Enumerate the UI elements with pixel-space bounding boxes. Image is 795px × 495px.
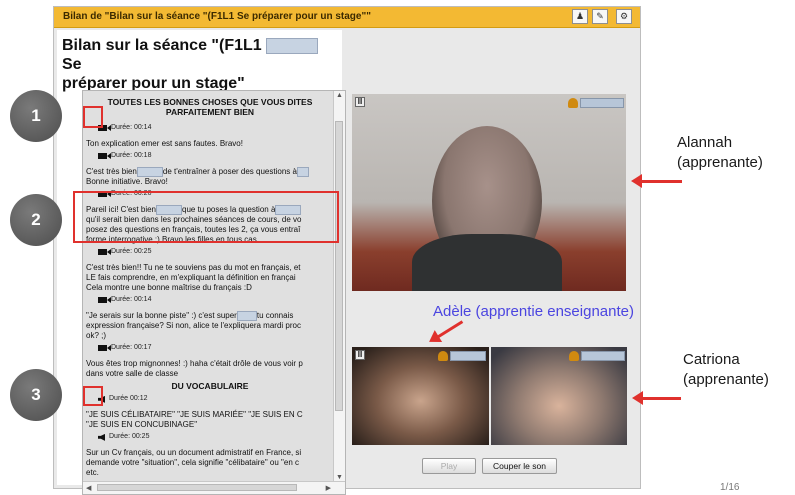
pause-icon[interactable]: II	[355, 350, 365, 360]
scroll-left-icon[interactable]: ◀	[86, 484, 91, 492]
panel-title-line1-end: Se	[62, 56, 82, 73]
audio-clip-icon[interactable]	[98, 433, 105, 441]
label-catriona: Catriona (apprenante)	[683, 351, 769, 388]
redacted-name	[236, 311, 257, 322]
video-clip-icon[interactable]	[98, 297, 111, 304]
pause-icon[interactable]: II	[355, 97, 365, 107]
section-heading: DU VOCABULAIRE	[171, 381, 249, 392]
comment-text: Vous êtes trop mignonnes! :) haha c'étai…	[86, 359, 303, 379]
person-icon	[568, 98, 578, 108]
horizontal-scrollbar[interactable]: ◀ ▶	[83, 481, 345, 494]
participant-name-box	[450, 351, 486, 361]
gear-icon[interactable]: ⚙	[616, 9, 632, 24]
clip-duration: Durée: 00:25	[86, 247, 334, 257]
clip-duration: Durée: 00:18	[86, 151, 334, 161]
comment-text: "JE SUIS CÉLIBATAIRE" "JE SUIS MARIÉE" "…	[86, 410, 303, 430]
feedback-list: TOUTES LES BONNES CHOSES QUE VOUS DITES …	[86, 97, 334, 478]
comment-text: C'est très bien!! Tu ne te souviens pas …	[86, 263, 301, 293]
highlight-box-video-clip	[83, 106, 103, 128]
main-video-feed: II	[352, 94, 626, 291]
clip-duration: Durée: 00:17	[86, 343, 334, 353]
comment-text: "Je serais sur la bonne piste" :) c'est …	[86, 311, 301, 341]
redacted-name	[296, 167, 309, 177]
window-title: Bilan de "Bilan sur la séance "(F1L1 Se …	[63, 11, 371, 22]
duration-text: Durée: 00:25	[111, 248, 152, 256]
feedback-panel: Bilan sur la séance "(F1L1 Se préparer p…	[57, 30, 346, 495]
section-heading: TOUTES LES BONNES CHOSES QUE VOUS DITES …	[107, 97, 313, 117]
annotation-badge-1: 1	[10, 90, 62, 142]
learner-video-feed	[491, 347, 627, 445]
comment-text: Sur un Cv français, ou un document admis…	[86, 448, 302, 478]
redacted-name	[266, 37, 319, 54]
user-icon[interactable]: ♟	[572, 9, 588, 24]
scroll-right-icon[interactable]: ▶	[326, 484, 331, 492]
clip-duration: Durée: 00:25	[86, 432, 334, 442]
app-window: Bilan de "Bilan sur la séance "(F1L1 Se …	[53, 6, 641, 495]
person-icon	[569, 351, 579, 361]
panel-title-line1: Bilan sur la séance "(F1L1	[62, 37, 262, 54]
vertical-scrollbar[interactable]: ▲ ▼	[333, 91, 345, 482]
participant-name-box	[581, 351, 625, 361]
clip-duration: Durée: 00:14	[86, 123, 334, 133]
video-clip-icon[interactable]	[98, 345, 111, 352]
clip-duration: Durée 00:12	[86, 394, 334, 404]
duration-text: Durée: 00:18	[111, 152, 152, 159]
mute-button[interactable]: Couper le son	[482, 458, 557, 474]
comment-text: C'est très bien de t'entraîner à poser de…	[86, 167, 334, 187]
vertical-scroll-thumb[interactable]	[335, 121, 343, 411]
annotation-badge-2: 2	[10, 194, 62, 246]
duration-text: Durée: 00:25	[109, 433, 150, 441]
notes-icon[interactable]: ✎	[592, 9, 608, 24]
horizontal-scroll-thumb[interactable]	[97, 484, 297, 491]
play-button[interactable]: Play	[422, 458, 476, 474]
duration-text: Durée: 00:17	[111, 344, 152, 352]
annotation-badge-3: 3	[10, 369, 62, 421]
duration-text: Durée: 00:14	[111, 296, 152, 304]
scroll-down-icon[interactable]: ▼	[336, 474, 343, 481]
redacted-name	[136, 167, 163, 177]
duration-text: Durée 00:12	[109, 395, 148, 403]
highlight-box-comment	[73, 191, 339, 243]
comment-text: Ton explication emer est sans fautes. Br…	[86, 139, 243, 148]
label-adele: Adèle (apprentie enseignante)	[433, 303, 634, 320]
scroll-up-icon[interactable]: ▲	[336, 92, 343, 99]
arrow-catriona	[632, 391, 681, 405]
window-titlebar: Bilan de "Bilan sur la séance "(F1L1 Se …	[54, 7, 640, 28]
duration-text: Durée: 00:14	[111, 124, 152, 131]
highlight-box-audio-clip	[83, 386, 103, 406]
video-clip-icon[interactable]	[98, 153, 111, 159]
panel-title: Bilan sur la séance "(F1L1 Se préparer p…	[62, 36, 340, 93]
arrow-alannah	[631, 174, 682, 188]
slide-page-number: 1/16	[720, 482, 740, 493]
slide: Bilan de "Bilan sur la séance "(F1L1 Se …	[0, 0, 795, 495]
video-clip-icon[interactable]	[98, 249, 111, 256]
label-alannah: Alannah (apprenante)	[677, 134, 763, 171]
participant-name-box	[580, 98, 624, 108]
teacher-video-feed: II	[352, 347, 489, 445]
participant-body	[412, 234, 562, 291]
feedback-scroll-pane[interactable]: TOUTES LES BONNES CHOSES QUE VOUS DITES …	[82, 90, 346, 495]
clip-duration: Durée: 00:14	[86, 295, 334, 305]
person-icon	[438, 351, 448, 361]
